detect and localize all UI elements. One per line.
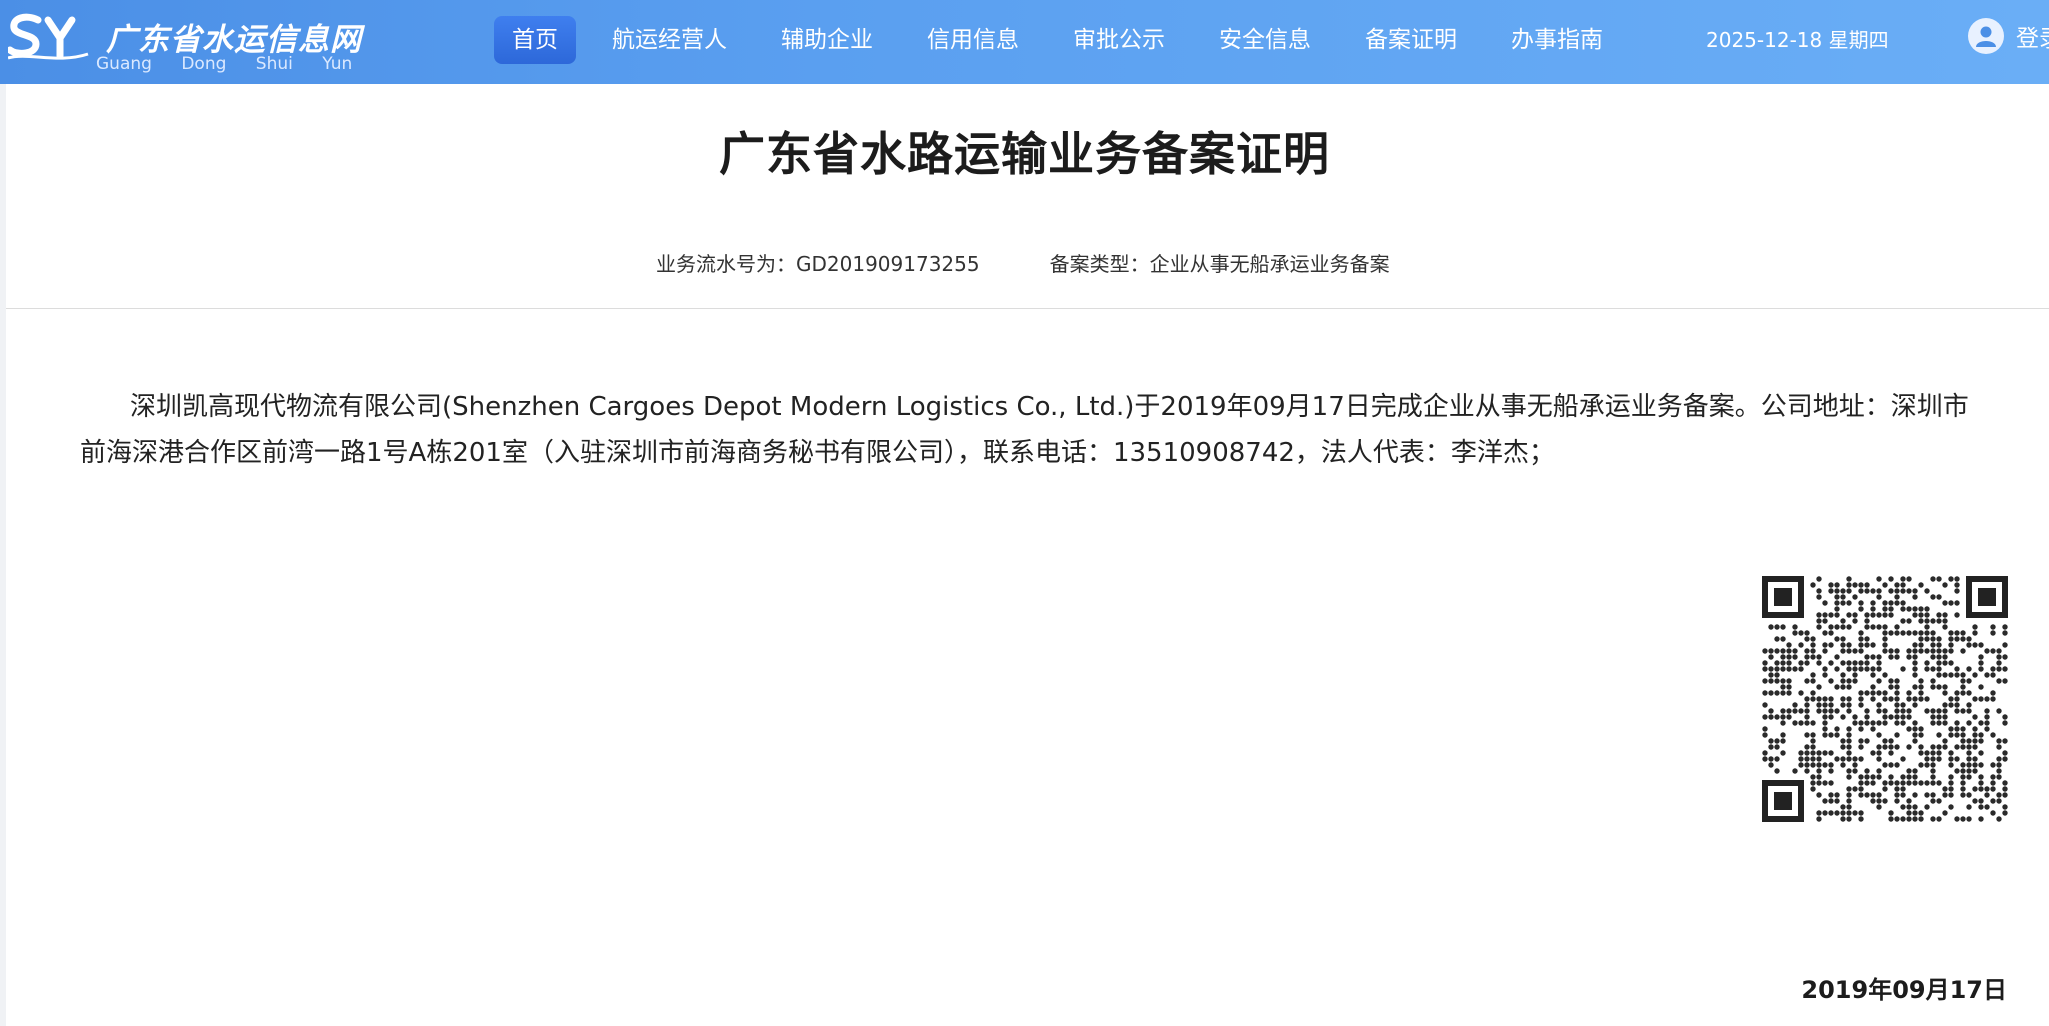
user-silhouette-icon [1976, 26, 1996, 47]
logo-title: 广东省水运信息网 [106, 22, 362, 58]
nav-service-guide[interactable]: 办事指南 [1493, 16, 1621, 64]
serial-number: 业务流水号为：GD201909173255 [656, 252, 980, 276]
login-area[interactable]: 登录 [1968, 18, 2049, 54]
user-avatar-icon[interactable] [1968, 18, 2004, 54]
current-date: 2025-12-18 星期四 [1706, 28, 1889, 52]
login-link[interactable]: 登录 [2016, 19, 2049, 53]
nav-approval-publicity[interactable]: 审批公示 [1055, 16, 1183, 64]
document-meta: 业务流水号为：GD201909173255 备案类型：企业从事无船承运业务备案 [656, 248, 1390, 277]
nav-shipping-operators[interactable]: 航运经营人 [594, 16, 745, 64]
logo-sy-icon [8, 13, 89, 60]
qr-code-icon [1762, 576, 2008, 822]
site-logo[interactable]: 广东省水运信息网 Guang Dong Shui Yun [8, 10, 368, 74]
certificate-body: 深圳凯高现代物流有限公司(Shenzhen Cargoes Depot Mode… [80, 392, 1969, 468]
left-edge-strip [0, 84, 6, 1026]
top-navigation-bar: 广东省水运信息网 Guang Dong Shui Yun 首页 航运经营人 辅助… [0, 0, 2049, 84]
nav-credit-info[interactable]: 信用信息 [909, 16, 1037, 64]
page-title: 广东省水路运输业务备案证明 [719, 127, 1330, 181]
signature-date: 2019年09月17日 [1801, 976, 2007, 1004]
nav-auxiliary-enterprises[interactable]: 辅助企业 [763, 16, 891, 64]
filing-type: 备案类型：企业从事无船承运业务备案 [1049, 252, 1390, 276]
divider [6, 308, 2049, 309]
nav-home[interactable]: 首页 [494, 16, 576, 64]
logo-subtitle: Guang Dong Shui Yun [96, 54, 353, 74]
nav-filing-certificate[interactable]: 备案证明 [1347, 16, 1475, 64]
nav-safety-info[interactable]: 安全信息 [1201, 16, 1329, 64]
main-nav: 首页 航运经营人 辅助企业 信用信息 审批公示 安全信息 备案证明 办事指南 [494, 16, 1639, 64]
